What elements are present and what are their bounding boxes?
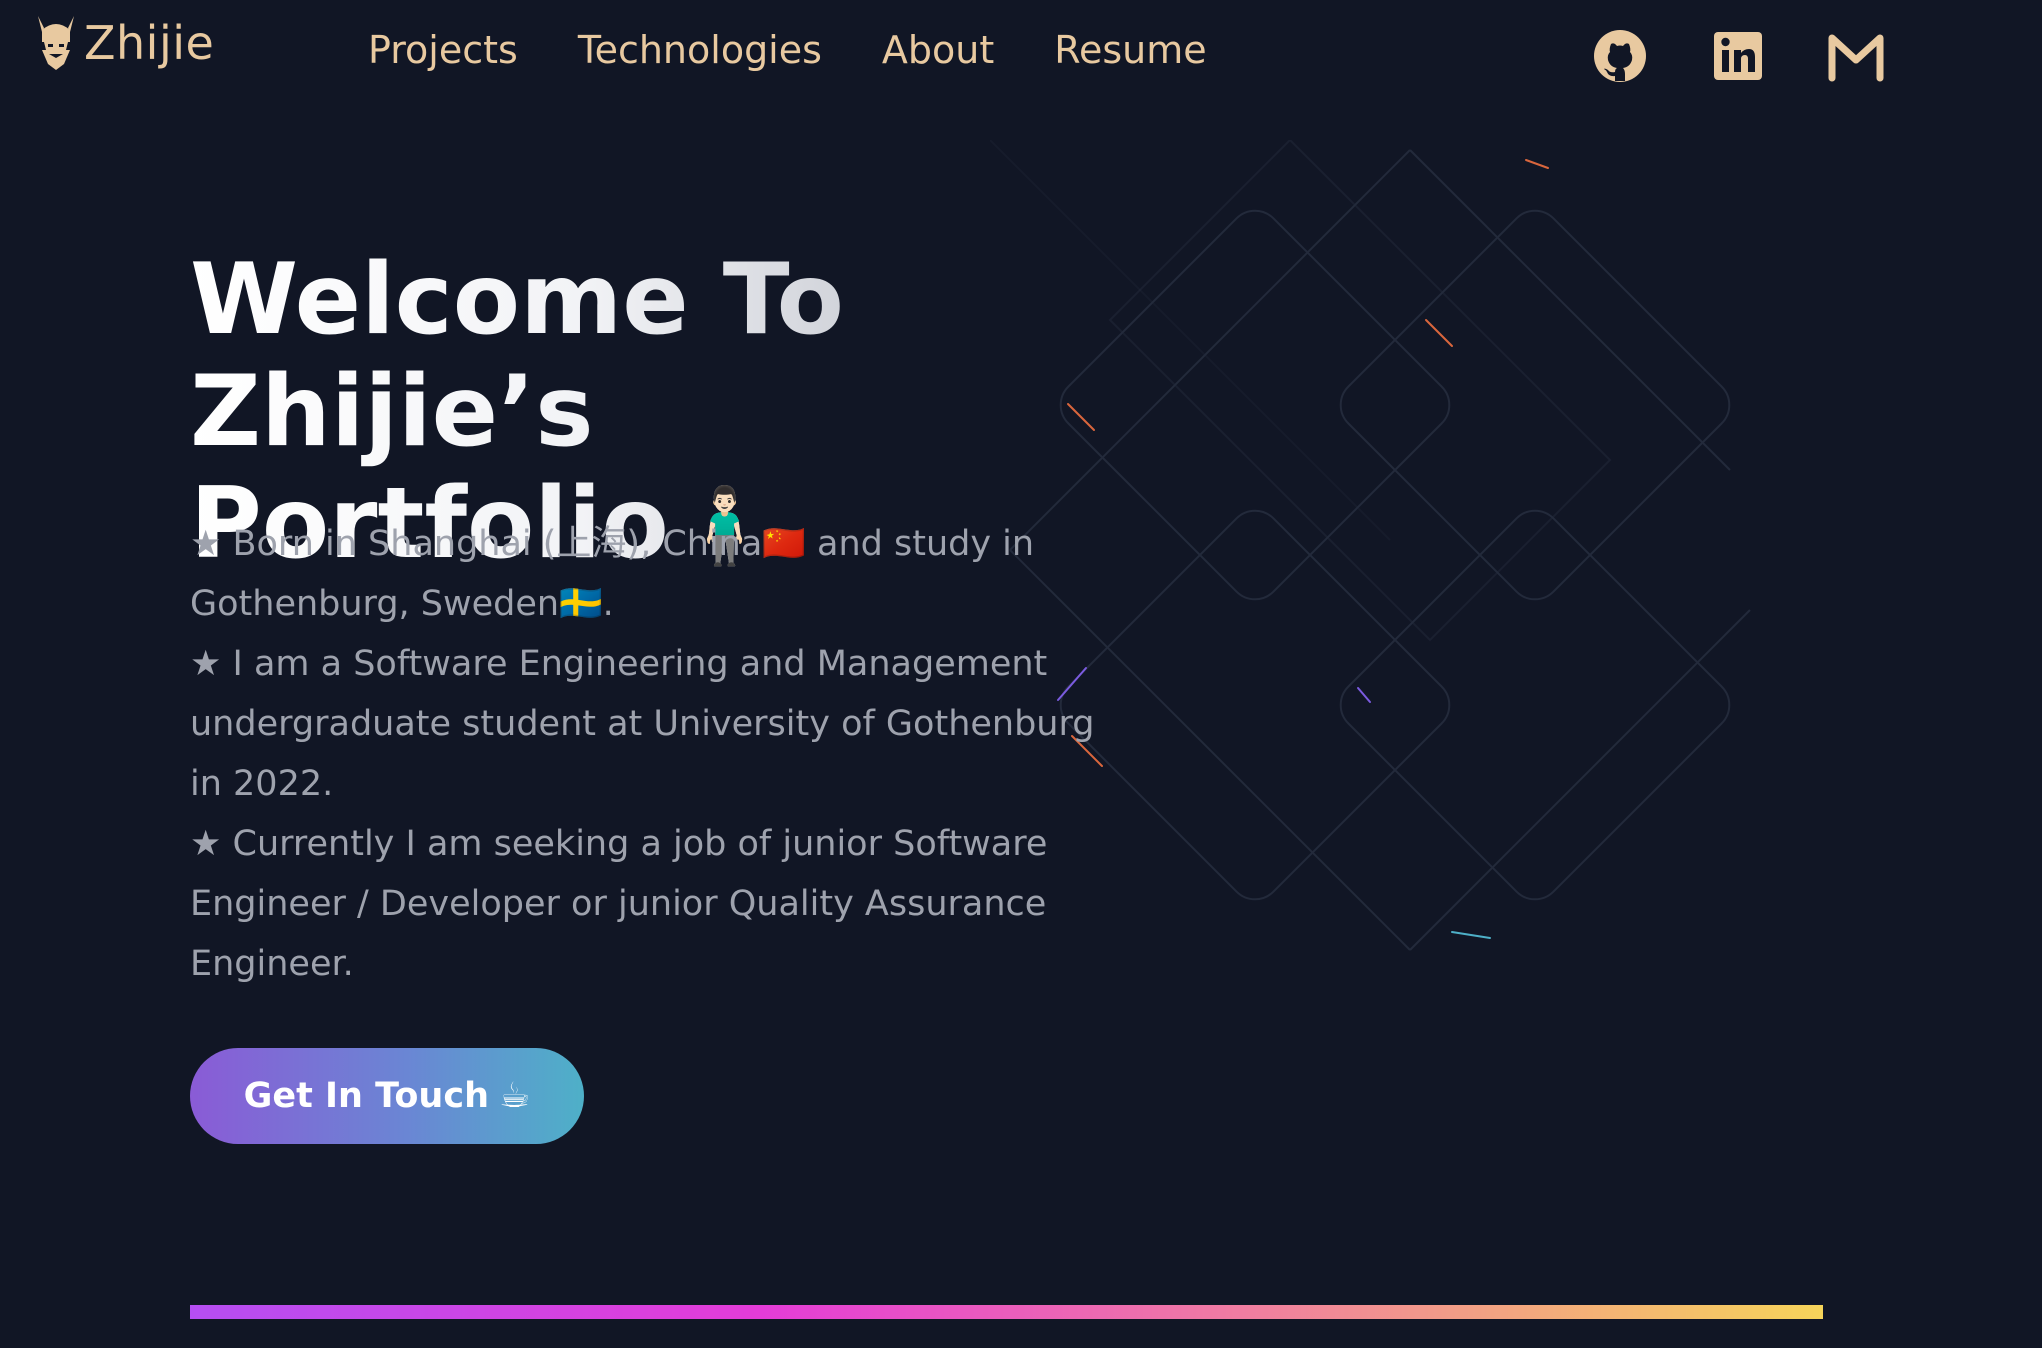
nav-technologies[interactable]: Technologies [578, 28, 822, 72]
bio-paragraph-education: ★ I am a Software Engineering and Manage… [190, 644, 1095, 804]
linkedin-icon[interactable] [1710, 26, 1766, 86]
mail-icon[interactable] [1828, 26, 1884, 86]
main-nav: Projects Technologies About Resume [368, 28, 1207, 72]
get-in-touch-button[interactable]: Get In Touch ☕ [190, 1048, 584, 1144]
social-links [1592, 26, 1884, 86]
get-in-touch-label: Get In Touch [243, 1076, 489, 1116]
hero-title-line1: Welcome To Zhijie’s [190, 243, 844, 469]
github-icon[interactable] [1592, 26, 1648, 86]
portfolio-page: Zhijie Projects Technologies About Resum… [0, 0, 2042, 1348]
coffee-icon: ☕ [498, 1076, 531, 1116]
bio-paragraph-origin: ★ Born in Shanghai (上海), China🇨🇳 and stu… [190, 524, 1035, 624]
hero-description: ★ Born in Shanghai (上海), China🇨🇳 and stu… [190, 514, 1120, 994]
nav-about[interactable]: About [882, 28, 994, 72]
logo-text: Zhijie [84, 16, 215, 70]
viking-logo-icon [34, 14, 78, 72]
gradient-divider [190, 1305, 1823, 1319]
bio-paragraph-job-seeking: ★ Currently I am seeking a job of junior… [190, 824, 1048, 984]
nav-projects[interactable]: Projects [368, 28, 518, 72]
logo-link[interactable]: Zhijie [34, 14, 214, 72]
nav-resume[interactable]: Resume [1054, 28, 1206, 72]
